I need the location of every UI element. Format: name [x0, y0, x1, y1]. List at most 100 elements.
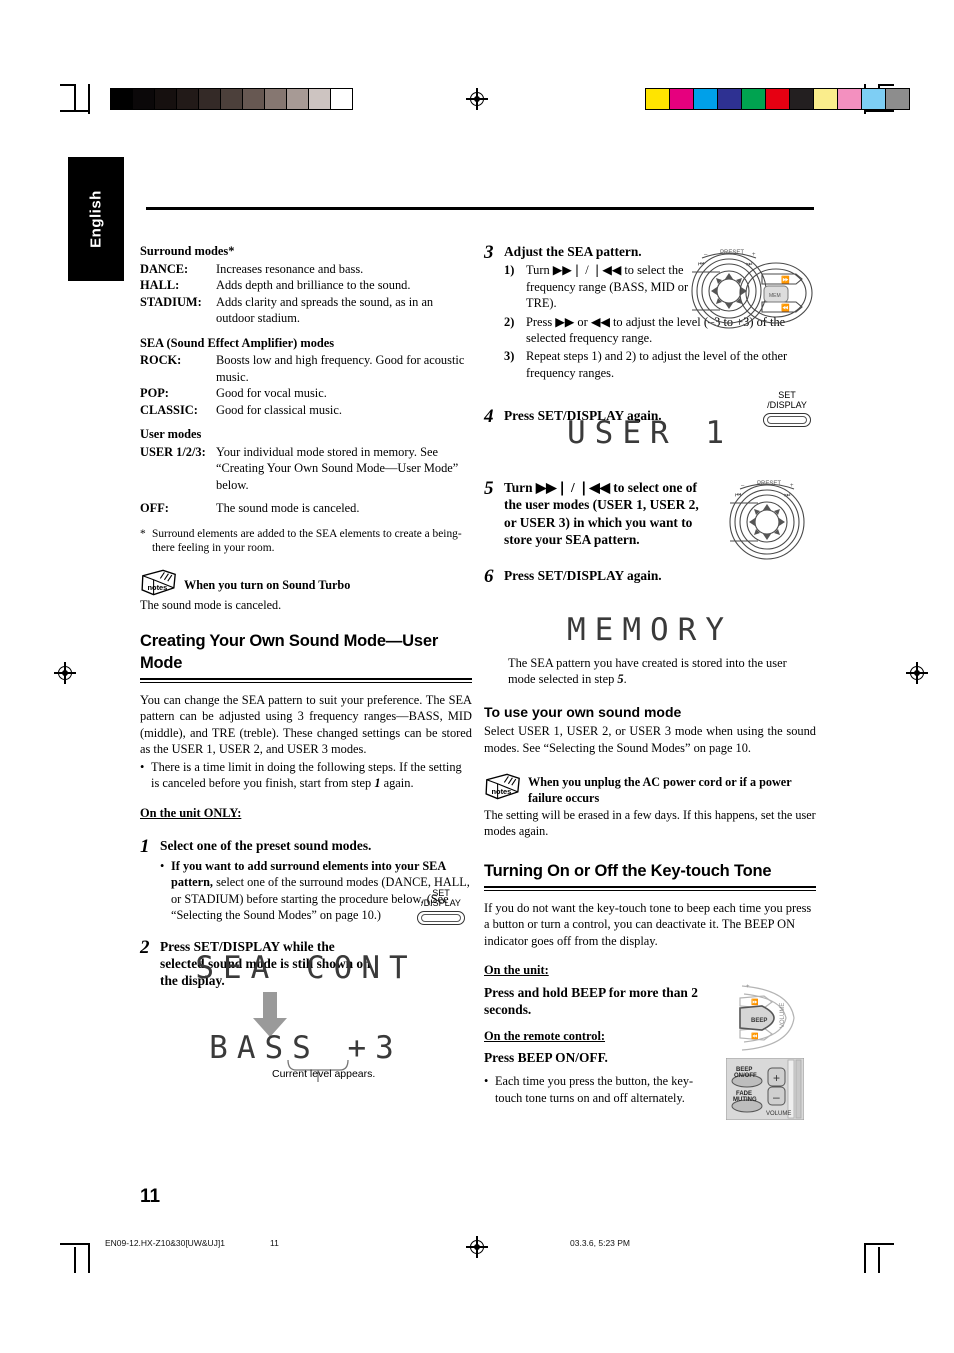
- step-6-after-text: The SEA pattern you have created is stor…: [484, 655, 816, 688]
- memory-label: MEM: [769, 293, 781, 299]
- rewind-icon: ⏪: [781, 303, 790, 312]
- substep-label: 3): [504, 349, 515, 364]
- preset-plus-label: +: [790, 483, 794, 489]
- term: STADIUM:: [140, 294, 202, 309]
- display-memory: MEMORY: [567, 612, 733, 648]
- calibration-patch: [132, 89, 154, 109]
- term: OFF:: [140, 501, 169, 515]
- calibration-patch: [789, 89, 813, 109]
- calibration-patch: [308, 89, 330, 109]
- step-6-after-pre: The SEA pattern you have created is stor…: [508, 655, 787, 687]
- description: Increases resonance and bass.: [216, 261, 364, 276]
- fast-forward-icon: ⏩: [781, 275, 790, 284]
- definition-row: POP: Good for vocal music.: [140, 385, 472, 402]
- set-display-label-line2: /DISPLAY: [421, 898, 461, 909]
- volume-label: VOLUME: [766, 1111, 791, 1117]
- calibration-patch: [154, 89, 176, 109]
- step-6-number: 6: [484, 565, 494, 587]
- user-modes-heading: User modes: [140, 427, 202, 441]
- fast-forward-icon: ⏩: [751, 998, 759, 1006]
- set-display-button-cap[interactable]: [417, 910, 465, 925]
- description: Boosts low and high frequency. Good for …: [216, 353, 465, 384]
- substep-text: Turn ▶▶❘ / ❘◀◀ to select the frequency r…: [526, 263, 689, 311]
- on-the-remote-heading: On the remote control:: [484, 1028, 606, 1043]
- section-title: Creating Your Own Sound Mode—User Mode: [140, 632, 439, 673]
- calibration-patch: [669, 89, 693, 109]
- svg-text:notes: notes: [148, 583, 168, 592]
- display-sea-cont: SEA CONT: [195, 950, 417, 986]
- beep-on-off-label2: ON/OFF: [734, 1073, 757, 1079]
- calibration-patch: [330, 89, 352, 109]
- jog-dial-with-skip-buttons-figure: – PRESET + ⏮ ⏭ ⏩ ⏪ MEM: [691, 250, 813, 329]
- footnote-text: Surround elements are added to the SEA e…: [152, 527, 462, 555]
- term: CLASSIC:: [140, 402, 198, 417]
- key-touch-bullet: • Each time you press the button, the ke…: [484, 1073, 700, 1106]
- crop-mark-bl-v: [88, 1243, 90, 1273]
- crop-mark-tr-h: [864, 110, 894, 112]
- skip-back-icon: ⏮: [698, 261, 704, 268]
- language-tab-label: English: [87, 190, 105, 248]
- section-creating-own-sound-mode: Creating Your Own Sound Mode—User Mode Y…: [140, 631, 472, 826]
- skip-fwd-icon: ⏭: [784, 492, 791, 499]
- color-calibration-bar: [645, 88, 910, 110]
- substep-label: 2): [504, 314, 515, 329]
- language-tab: English: [68, 157, 124, 281]
- sea-modes-heading: SEA (Sound Effect Amplifier) modes: [140, 335, 335, 350]
- skip-fwd-icon: ⏭: [746, 261, 753, 268]
- key-touch-bullet-text: Each time you press the button, the key-…: [495, 1074, 694, 1105]
- registration-target-right: [906, 662, 928, 684]
- left-column: Surround modes* DANCE: Increases resonan…: [140, 243, 472, 990]
- footer-page: 11: [270, 1238, 279, 1248]
- set-display-label-line1: SET: [432, 888, 450, 898]
- key-touch-body: If you do not want the key-touch tone to…: [484, 900, 812, 948]
- preset-minus-label: –: [704, 252, 708, 258]
- display-caption: Current level appears.: [272, 1068, 376, 1080]
- calibration-patch: [646, 89, 669, 109]
- term: ROCK:: [140, 353, 182, 367]
- sea-modes-list: SEA (Sound Effect Amplifier) modes ROCK:…: [140, 335, 472, 419]
- crop-mark-br-v2: [878, 1247, 880, 1273]
- grayscale-calibration-bar: [110, 88, 353, 110]
- term: DANCE:: [140, 261, 189, 276]
- volume-label: VOLUME: [780, 1003, 786, 1028]
- crop-mark-bl-v2: [74, 1247, 76, 1273]
- set-display-button-figure-step2: SET /DISPLAY: [410, 888, 472, 925]
- bullet-dot: •: [160, 858, 165, 873]
- crop-mark-bl-h: [60, 1243, 90, 1245]
- step-1-number: 1: [140, 836, 150, 858]
- registration-target-left: [54, 662, 76, 684]
- display-user1-wrap: USER 1: [500, 415, 800, 451]
- calibration-patch: [111, 89, 132, 109]
- term: POP:: [140, 386, 169, 400]
- section-title: Turning On or Off the Key-touch Tone: [484, 862, 772, 881]
- description: Good for classical music.: [216, 402, 342, 417]
- user-modes-list: User modes USER 1/2/3: Your individual m…: [140, 426, 472, 517]
- definition-row: HALL: Adds depth and brilliance to the s…: [140, 277, 472, 294]
- substep: 1) Turn ▶▶❘ / ❘◀◀ to select the frequenc…: [504, 262, 700, 311]
- volume-down-icon: –: [773, 1090, 780, 1104]
- notes-icon: notes: [140, 569, 178, 596]
- substep-text: Repeat steps 1) and 2) to adjust the lev…: [526, 349, 788, 380]
- display-sea-cont-wrap: SEA CONT: [140, 950, 472, 986]
- remote-control-figure: BEEP ON/OFF FADE MUTING + – VOLUME: [726, 1058, 804, 1120]
- calibration-patch: [693, 89, 717, 109]
- bullet-dot: •: [140, 759, 145, 774]
- term: HALL:: [140, 278, 180, 292]
- step-3-number: 3: [484, 242, 494, 263]
- note-body: The setting will be erased in a few days…: [484, 807, 816, 839]
- note-sound-turbo: notes When you turn on Sound Turbo The s…: [140, 569, 472, 613]
- preset-plus-label: +: [752, 252, 756, 258]
- surround-footnote: * Surround elements are added to the SEA…: [140, 527, 472, 557]
- crop-mark-tl-h: [60, 110, 90, 112]
- description: Adds clarity and spreads the sound, as i…: [216, 294, 434, 326]
- registration-target-top: [466, 88, 488, 110]
- crop-mark-tl-v2: [74, 84, 76, 110]
- set-display-label-line1: SET: [778, 390, 796, 400]
- muting-label: MUTING: [733, 1097, 757, 1103]
- crop-mark-tl-v: [88, 84, 90, 114]
- description: Your individual mode stored in memory. S…: [216, 444, 459, 492]
- step-5-number: 5: [484, 477, 494, 499]
- definition-row: USER 1/2/3: Your individual mode stored …: [140, 444, 472, 494]
- description: The sound mode is canceled.: [216, 501, 360, 515]
- definition-row: ROCK: Boosts low and high frequency. Goo…: [140, 352, 472, 385]
